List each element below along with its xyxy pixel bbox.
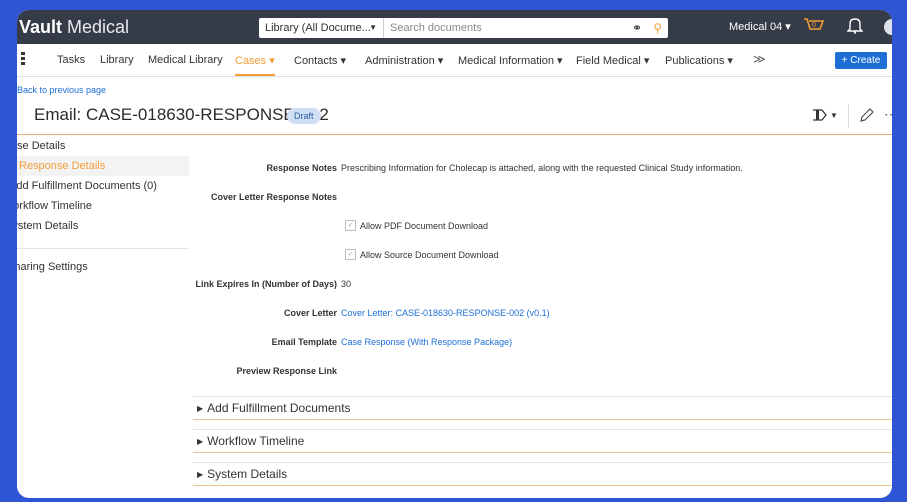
- chevron-down-icon: ▼: [369, 23, 377, 32]
- page-title: Email: CASE-018630-RESPONSE-002: [34, 105, 329, 124]
- nav-medical-information[interactable]: Medical Information ▾: [458, 54, 563, 67]
- section-workflow-timeline[interactable]: ▶ Workflow Timeline: [193, 429, 892, 453]
- divider: [17, 248, 189, 249]
- caret-right-icon: ▶: [197, 470, 204, 479]
- field-label: Cover Letter Response Notes: [210, 192, 337, 202]
- search-placeholder: Search documents: [390, 22, 482, 34]
- section-add-fulfillment-documents[interactable]: ▶ Add Fulfillment Documents: [193, 396, 892, 420]
- record-actions: ▼ ⋯: [802, 102, 892, 132]
- main-nav: Tasks Library Medical Library Cases ▾ Co…: [17, 44, 892, 77]
- checkbox-checked-icon[interactable]: ✓: [345, 220, 356, 232]
- checkbox-label: Allow Source Document Download: [360, 250, 499, 260]
- library-scope-value: Library (All Docume...: [265, 22, 371, 34]
- nav-tasks[interactable]: Tasks: [57, 54, 85, 66]
- field-label: Response Notes: [266, 163, 337, 173]
- search-input[interactable]: Search documents ⚭ ⚲: [383, 18, 668, 38]
- nav-administration[interactable]: Administration ▾: [365, 54, 443, 67]
- edit-pencil-icon[interactable]: [858, 106, 874, 129]
- cover-letter-link[interactable]: Cover Letter: CASE-018630-RESPONSE-002 (…: [341, 308, 550, 318]
- library-scope-select[interactable]: Library (All Docume... ▼: [259, 18, 383, 38]
- email-template-link[interactable]: Case Response (With Response Package): [341, 337, 512, 347]
- allow-pdf-checkbox-row[interactable]: ✓ Allow PDF Document Download: [345, 220, 489, 232]
- nav-publications[interactable]: Publications ▾: [665, 54, 733, 67]
- field-value: 30: [341, 279, 352, 289]
- workflow-action-icon[interactable]: [812, 108, 828, 125]
- sidebar-item-response-details[interactable]: Response Details: [17, 156, 189, 176]
- more-actions-icon[interactable]: ⋯: [884, 106, 892, 123]
- divider: [848, 104, 849, 128]
- header-divider: [17, 134, 892, 135]
- caret-right-icon: ▶: [197, 404, 204, 413]
- caret-right-icon: ▶: [197, 437, 204, 446]
- binoculars-icon[interactable]: ⚭: [632, 18, 642, 38]
- field-label: Preview Response Link: [236, 366, 337, 376]
- user-avatar[interactable]: [884, 19, 892, 35]
- section-sidebar: Case Details Response Details Add Fulfil…: [17, 136, 189, 277]
- section-title: System Details: [207, 467, 288, 481]
- create-button[interactable]: + Create: [835, 52, 887, 69]
- cart-icon[interactable]: 0: [803, 16, 825, 38]
- app-window: Vault Medical Library (All Docume... ▼ S…: [17, 10, 892, 498]
- vault-switcher[interactable]: Medical 04 ▾: [729, 20, 791, 33]
- response-details-section: Response Notes Prescribing Information f…: [193, 136, 892, 498]
- sidebar-item-sharing-settings[interactable]: Sharing Settings: [17, 257, 189, 277]
- top-bar: Vault Medical Library (All Docume... ▼ S…: [17, 10, 892, 44]
- double-chevron-down-icon[interactable]: ≫: [753, 52, 766, 66]
- nav-medical-library[interactable]: Medical Library: [148, 54, 223, 66]
- sidebar-item-system-details[interactable]: System Details: [17, 216, 189, 236]
- status-badge: Draft: [287, 108, 321, 124]
- svg-text:0: 0: [812, 22, 816, 29]
- nav-library[interactable]: Library: [100, 54, 134, 66]
- chevron-down-icon[interactable]: ▼: [830, 111, 838, 120]
- search-icon[interactable]: ⚲: [653, 18, 662, 38]
- field-label: Link Expires In (Number of Days): [195, 279, 337, 289]
- section-title: Add Fulfillment Documents: [207, 401, 351, 415]
- section-title: Workflow Timeline: [207, 434, 305, 448]
- sidebar-item-case-details[interactable]: Case Details: [17, 136, 189, 156]
- vault-logo[interactable]: Vault Medical: [19, 17, 129, 38]
- nav-cases[interactable]: Cases ▾: [235, 54, 275, 76]
- checkbox-checked-icon[interactable]: ✓: [345, 249, 356, 261]
- section-system-details[interactable]: ▶ System Details: [193, 462, 892, 486]
- nav-contacts[interactable]: Contacts ▾: [294, 54, 346, 67]
- checkbox-label: Allow PDF Document Download: [360, 221, 489, 231]
- allow-source-checkbox-row[interactable]: ✓ Allow Source Document Download: [345, 249, 499, 261]
- sidebar-item-add-fulfillment-documents[interactable]: Add Fulfillment Documents (0): [17, 176, 189, 196]
- sidebar-item-workflow-timeline[interactable]: Workflow Timeline: [17, 196, 189, 216]
- field-label: Cover Letter: [283, 308, 337, 318]
- notifications-bell-icon[interactable]: [846, 16, 864, 38]
- nav-field-medical[interactable]: Field Medical ▾: [576, 54, 649, 67]
- back-link[interactable]: Back to previous page: [17, 85, 106, 95]
- field-label: Email Template: [271, 337, 337, 347]
- app-menu-icon[interactable]: [21, 52, 25, 66]
- field-value: Prescribing Information for Cholecap is …: [341, 163, 743, 173]
